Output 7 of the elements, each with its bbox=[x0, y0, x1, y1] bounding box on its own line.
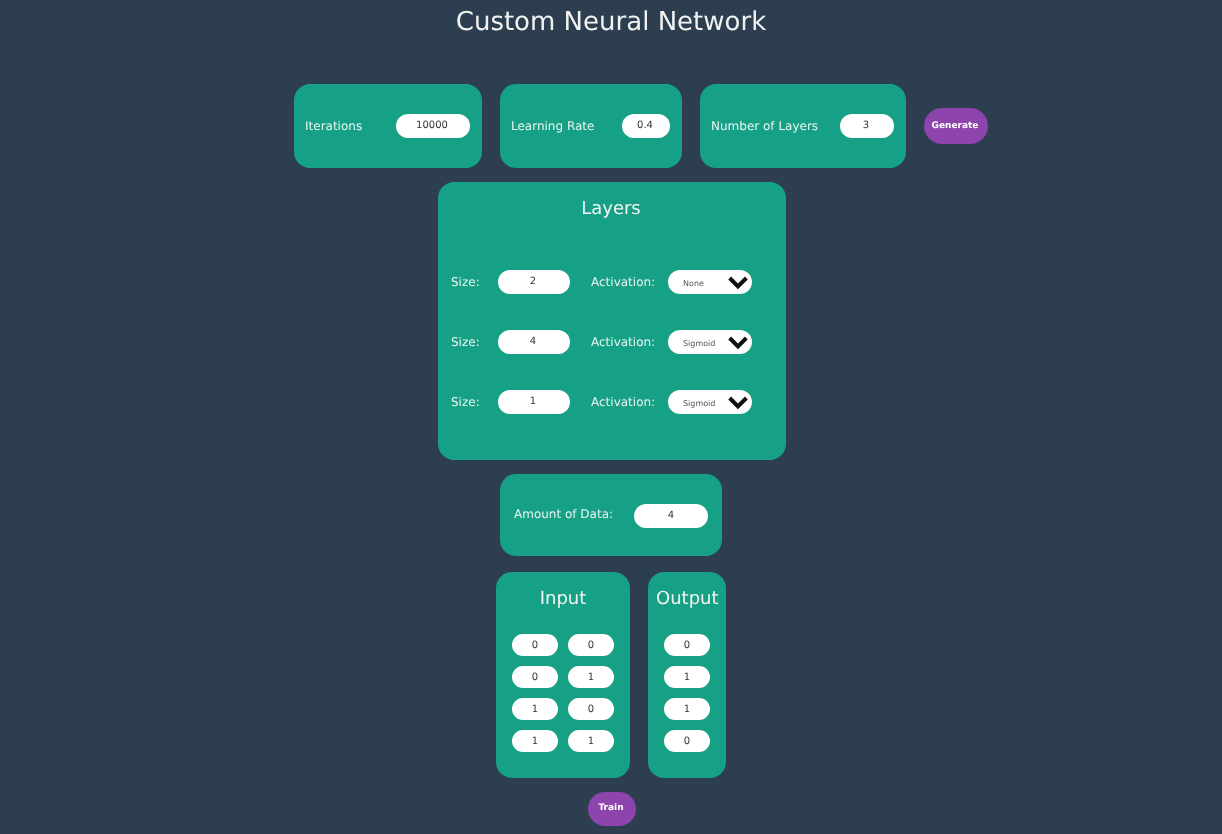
chevron-icon bbox=[727, 395, 747, 409]
output-title: Output bbox=[656, 590, 718, 614]
chevron-icon bbox=[727, 275, 747, 289]
page-title: Custom Neural Network bbox=[455, 8, 767, 42]
chevron-icon bbox=[727, 335, 747, 349]
input-title: Input bbox=[537, 590, 589, 614]
layers-title: Layers bbox=[579, 200, 643, 224]
